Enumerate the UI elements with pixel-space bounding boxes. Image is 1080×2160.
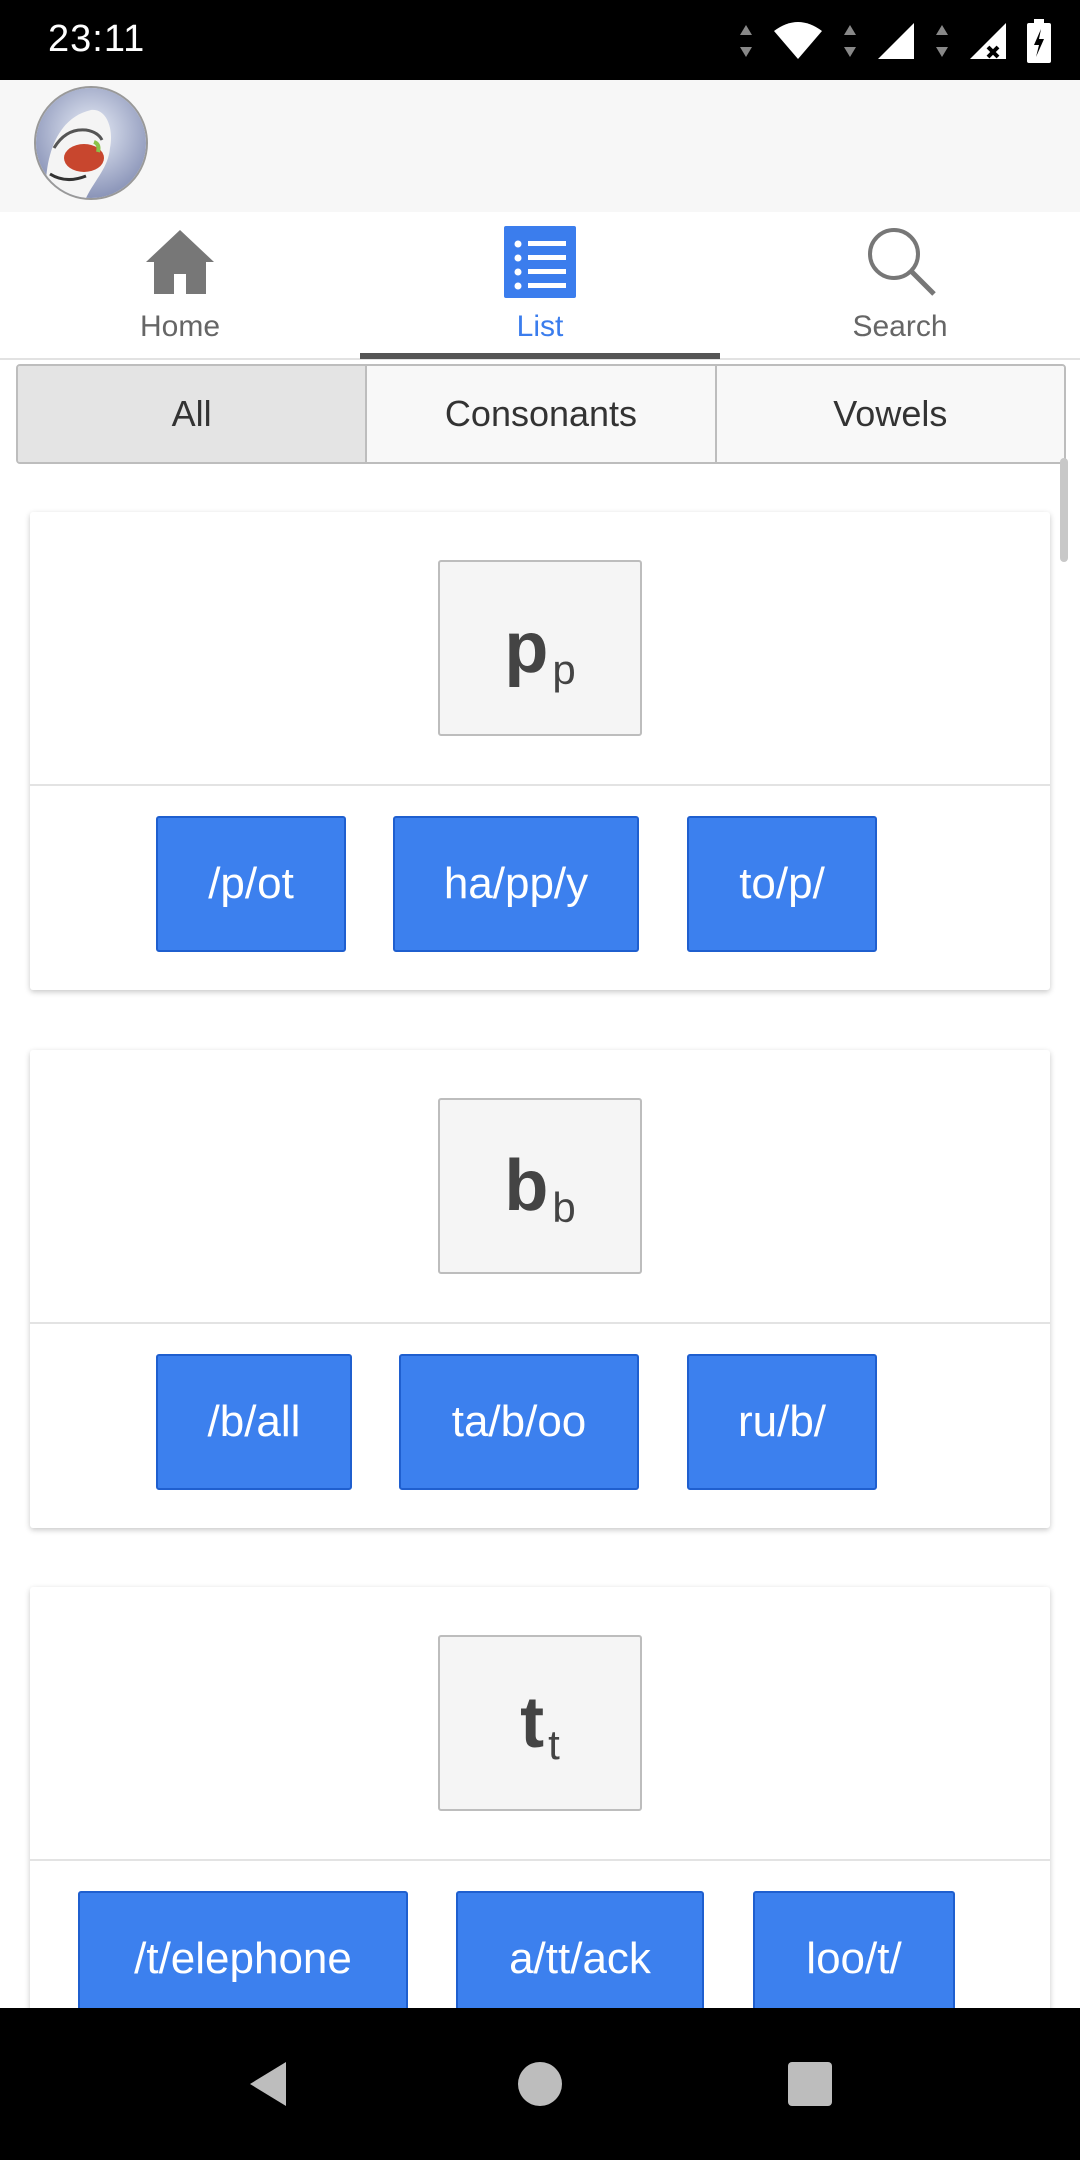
phoneme-subscript: t xyxy=(548,1721,560,1768)
phoneme-subscript: b xyxy=(552,1184,576,1231)
search-icon xyxy=(868,228,936,296)
tab-list[interactable]: List xyxy=(360,212,720,358)
example-word-button[interactable]: ta/b/oo xyxy=(399,1354,639,1490)
status-time: 23:11 xyxy=(48,18,146,60)
phoneme-card: p p /p/ot ha/pp/y to/p/ xyxy=(30,512,1050,990)
example-word-button[interactable]: /t/elephone xyxy=(78,1891,408,2027)
recents-icon[interactable] xyxy=(780,2054,840,2114)
signal-icon xyxy=(878,23,914,59)
scrollbar[interactable] xyxy=(1060,458,1068,562)
filter-segmented-control: All Consonants Vowels xyxy=(16,364,1066,464)
home-nav-icon[interactable] xyxy=(510,2054,570,2114)
example-word-button[interactable]: ru/b/ xyxy=(687,1354,877,1490)
example-word-button[interactable]: /b/all xyxy=(156,1354,352,1490)
data-arrows-icon-3 xyxy=(936,25,948,57)
phoneme-symbol: p xyxy=(504,608,549,688)
tab-list-label: List xyxy=(516,310,564,343)
phoneme-symbol: t xyxy=(520,1683,545,1763)
app-header xyxy=(0,80,1080,212)
phoneme-card: t t /t/elephone a/tt/ack loo/t/ xyxy=(30,1587,1050,2065)
home-icon xyxy=(146,230,214,294)
phoneme-subscript: p xyxy=(552,646,576,693)
filter-consonants[interactable]: Consonants xyxy=(367,366,717,462)
example-word-button[interactable]: loo/t/ xyxy=(753,1891,955,2027)
status-bar: 23:11 xyxy=(0,0,1080,80)
filter-vowels[interactable]: Vowels xyxy=(716,366,1064,462)
system-nav-bar xyxy=(0,2008,1080,2160)
wifi-icon xyxy=(774,22,822,59)
tab-home-label: Home xyxy=(139,310,221,343)
signal-no-service-icon xyxy=(970,23,1006,59)
example-word-button[interactable]: /p/ot xyxy=(156,816,346,952)
back-icon[interactable] xyxy=(240,2054,300,2114)
battery-charging-icon xyxy=(1027,19,1051,63)
filter-all[interactable]: All xyxy=(18,366,368,462)
phoneme-card: b b /b/all ta/b/oo ru/b/ xyxy=(30,1050,1050,1528)
tab-search[interactable]: Search xyxy=(720,212,1080,358)
tab-home[interactable]: Home xyxy=(0,212,360,358)
app-logo xyxy=(34,86,148,200)
tab-search-label: Search xyxy=(852,310,948,343)
phoneme-symbol: b xyxy=(504,1146,549,1226)
data-arrows-icon-2 xyxy=(844,25,856,57)
example-word-button[interactable]: to/p/ xyxy=(687,816,877,952)
phoneme-symbol-button[interactable]: t t xyxy=(438,1635,642,1811)
phoneme-symbol-button[interactable]: b b xyxy=(438,1098,642,1274)
example-word-button[interactable]: a/tt/ack xyxy=(456,1891,704,2027)
data-arrows-icon xyxy=(740,25,752,57)
list-icon xyxy=(504,226,576,298)
tab-bar: Home List Search xyxy=(0,212,1080,360)
active-tab-indicator xyxy=(360,353,720,359)
phoneme-symbol-button[interactable]: p p xyxy=(438,560,642,736)
status-icons xyxy=(738,16,1052,66)
example-word-button[interactable]: ha/pp/y xyxy=(393,816,639,952)
